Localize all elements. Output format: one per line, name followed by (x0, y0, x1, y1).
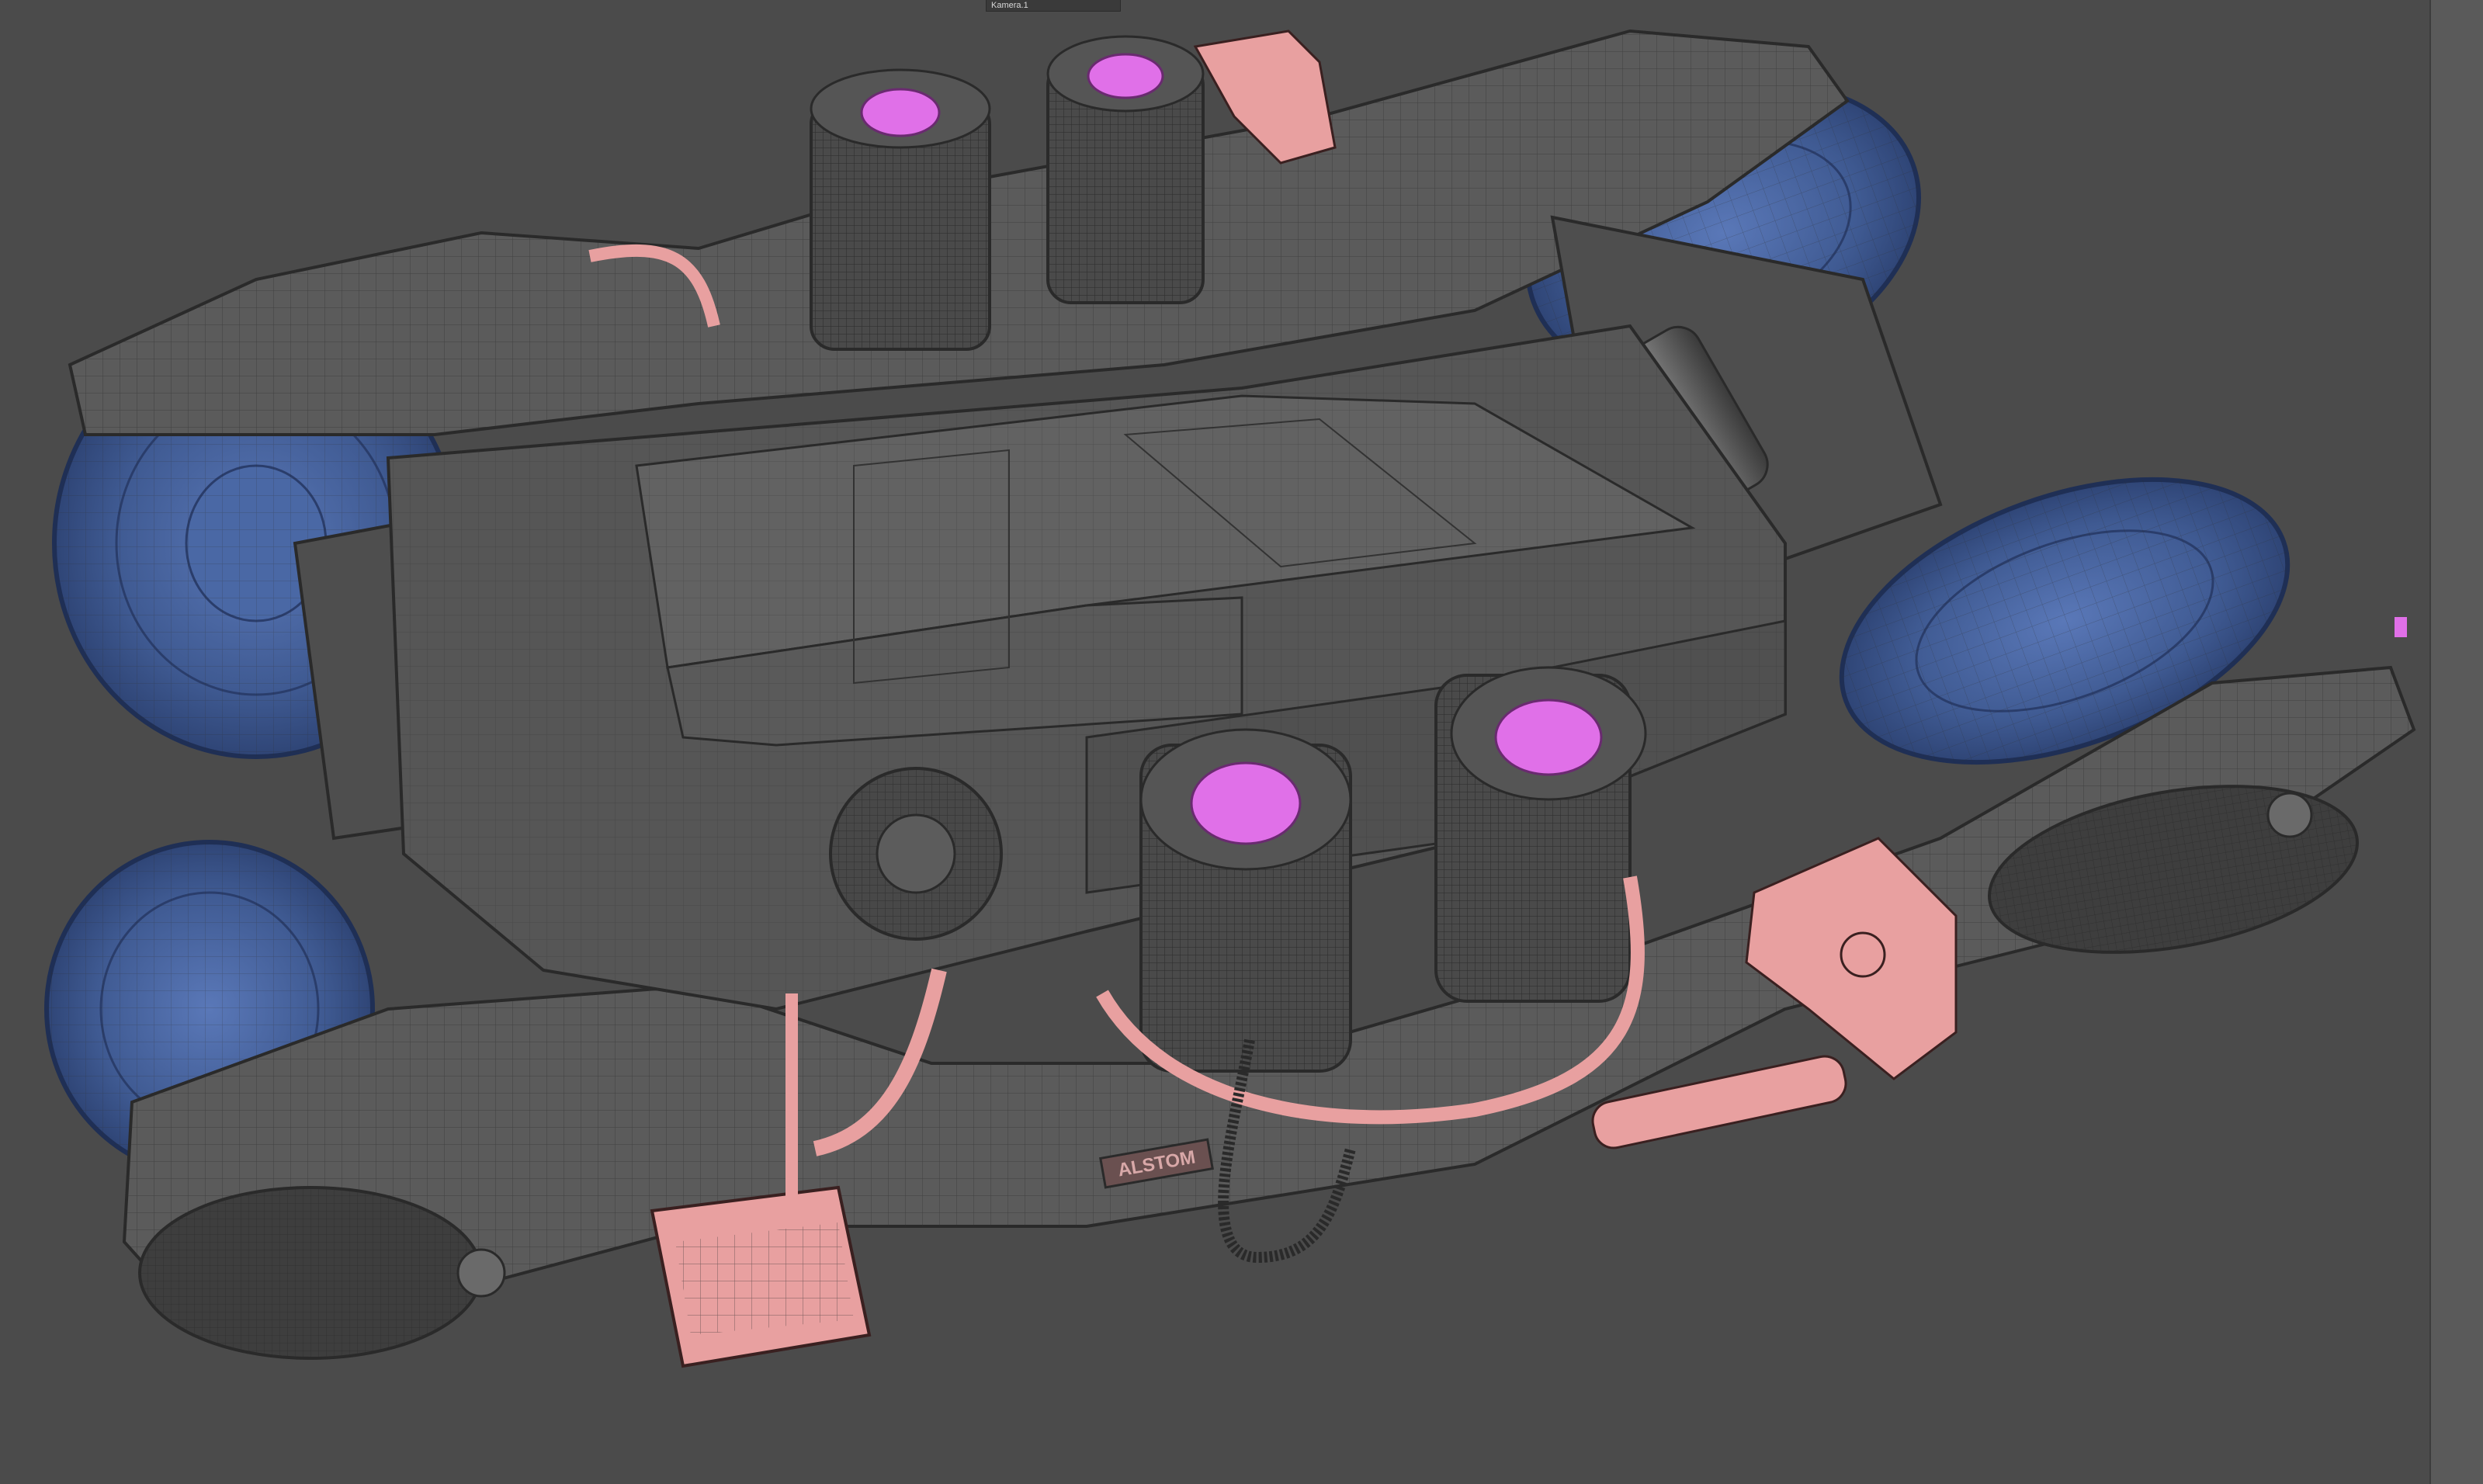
gearbox (829, 767, 1003, 941)
sanding-box-pink (650, 1185, 872, 1368)
air-spring-2 (1046, 35, 1205, 304)
marker-pin (2395, 617, 2407, 637)
air-spring-1 (810, 68, 991, 351)
air-spring-4 (1434, 666, 1647, 1003)
3d-viewport[interactable]: Kamera.1 ALSTOM (0, 0, 2429, 1484)
bogie-model: ALSTOM (44, 29, 2416, 1368)
air-spring-3 (1139, 728, 1352, 1073)
side-panel-edge[interactable] (2429, 0, 2483, 1484)
